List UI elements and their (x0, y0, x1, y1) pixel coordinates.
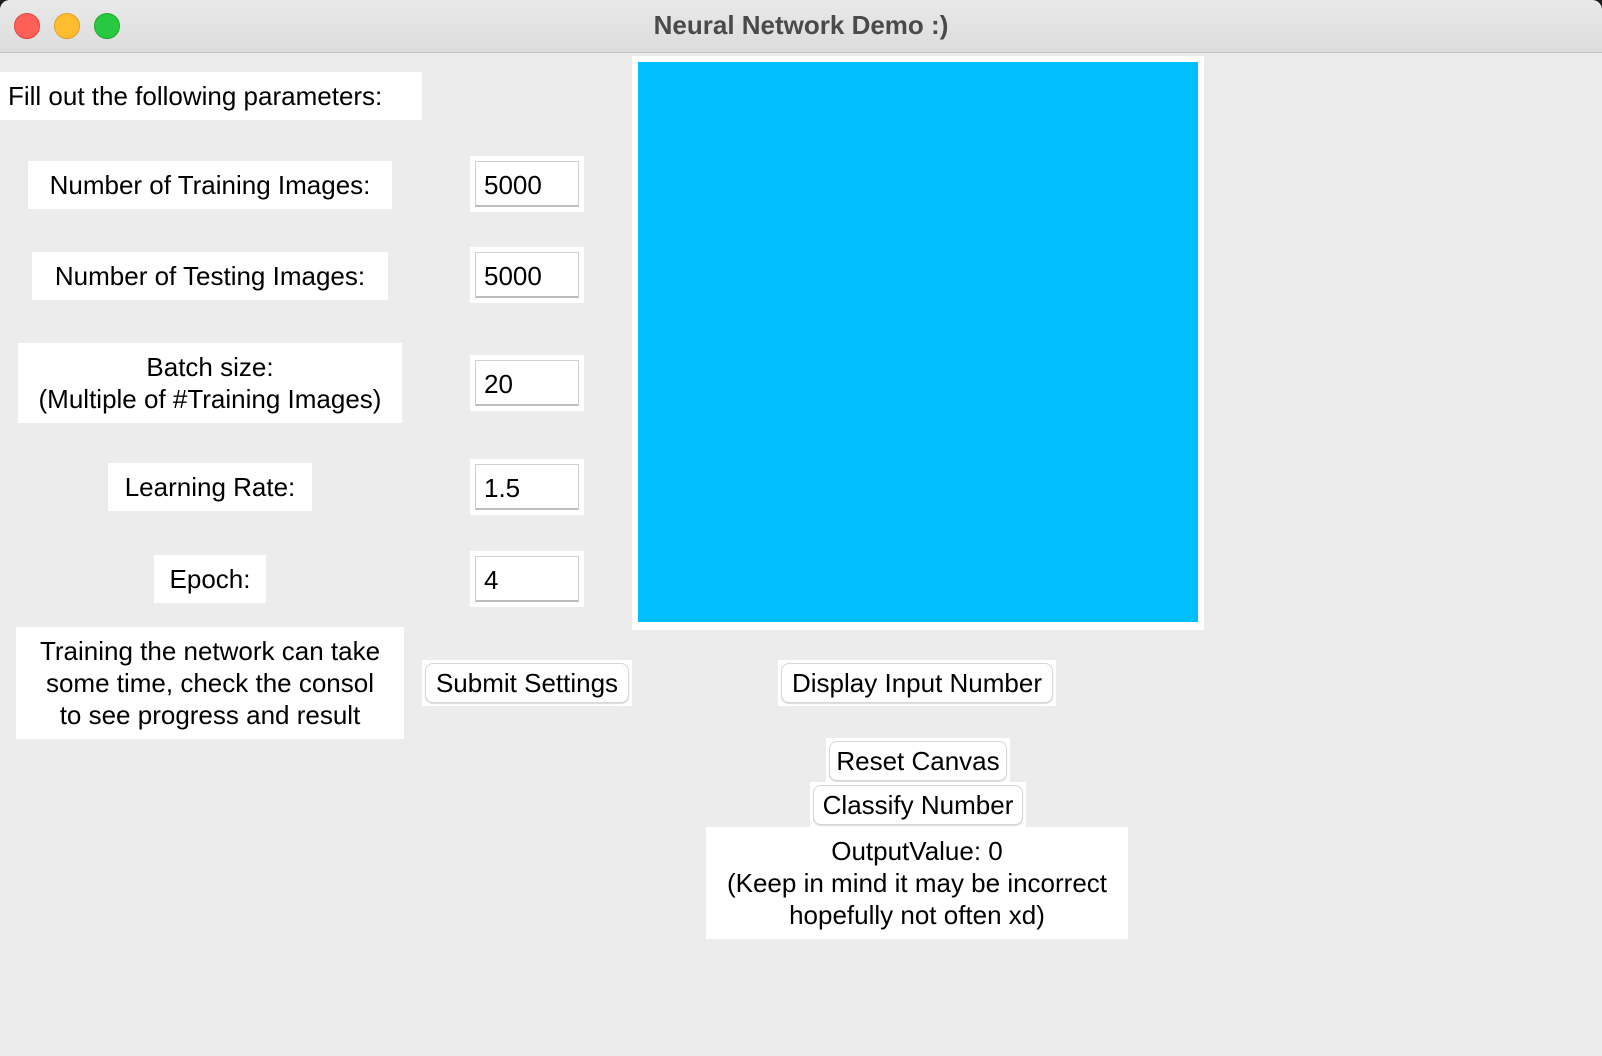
output-value: OutputValue: 0 (831, 836, 1003, 866)
testing-images-field-frame (470, 247, 584, 303)
learning-rate-label: Learning Rate: (108, 463, 312, 511)
training-note-line3: to see progress and result (59, 700, 361, 730)
testing-images-label: Number of Testing Images: (32, 252, 388, 300)
testing-images-input[interactable] (475, 252, 579, 298)
reset-canvas-button[interactable]: Reset Canvas (829, 741, 1007, 781)
batch-size-input[interactable] (475, 360, 579, 406)
training-note-line2: some time, check the consol (45, 668, 375, 698)
learning-rate-input[interactable] (475, 464, 579, 510)
training-images-field-frame (470, 156, 584, 212)
classify-number-button[interactable]: Classify Number (813, 785, 1023, 825)
epoch-input[interactable] (475, 556, 579, 602)
display-input-number-button[interactable]: Display Input Number (781, 663, 1053, 703)
learning-rate-field-frame (470, 459, 584, 515)
batch-size-field-frame (470, 355, 584, 411)
classify-number-frame: Classify Number (810, 782, 1026, 828)
title-bar: Neural Network Demo :) (0, 0, 1602, 53)
output-panel: OutputValue: 0 (Keep in mind it may be i… (706, 827, 1128, 939)
training-images-input[interactable] (475, 161, 579, 207)
app-window: Neural Network Demo :) Fill out the foll… (0, 0, 1602, 1056)
drawing-canvas-frame (632, 56, 1204, 630)
training-images-label: Number of Training Images: (28, 161, 392, 209)
reset-canvas-frame: Reset Canvas (826, 738, 1010, 784)
output-note-line2: hopefully not often xd) (789, 900, 1045, 930)
main-content: Fill out the following parameters: Numbe… (0, 53, 1602, 1056)
training-note-line1: Training the network can take (39, 636, 381, 666)
window-title: Neural Network Demo :) (653, 10, 949, 40)
batch-size-label-line2: (Multiple of #Training Images) (38, 384, 382, 414)
training-note: Training the network can take some time,… (16, 627, 404, 739)
parameters-heading: Fill out the following parameters: (0, 72, 422, 120)
submit-settings-button[interactable]: Submit Settings (425, 663, 629, 703)
output-note-line1: (Keep in mind it may be incorrect (726, 868, 1108, 898)
drawing-canvas[interactable] (638, 62, 1198, 622)
batch-size-label-line1: Batch size: (146, 352, 274, 382)
epoch-label: Epoch: (154, 555, 266, 603)
epoch-field-frame (470, 551, 584, 607)
submit-settings-frame: Submit Settings (422, 660, 632, 706)
batch-size-label: Batch size: (Multiple of #Training Image… (18, 343, 402, 423)
display-input-frame: Display Input Number (778, 660, 1056, 706)
